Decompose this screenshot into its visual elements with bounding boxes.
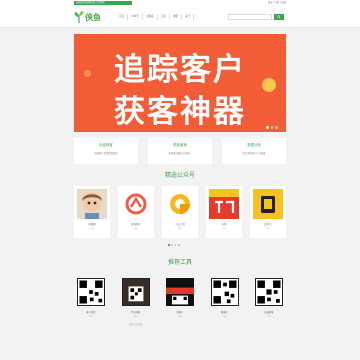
tool-meta: 260 — [178, 316, 182, 318]
account-card[interactable]: 开单 750 — [206, 186, 242, 238]
account-meta: 980 — [134, 228, 138, 230]
tool-card[interactable]: 私域管家 220 — [252, 278, 286, 348]
qr-code-icon — [121, 278, 150, 306]
account-meta: 640 — [266, 228, 270, 230]
avatar — [77, 189, 107, 219]
top-links[interactable]: 登录 | 注册 | 投稿 — [268, 1, 286, 5]
pager-dot[interactable] — [177, 244, 180, 246]
account-name: 任务宝 — [264, 223, 272, 226]
tool-name: 今日获客 — [130, 312, 141, 314]
account-meta: 1.2k — [89, 228, 95, 230]
accounts-list: AI助理 1.2k 获客助手 980 小白工具 860 开单 750 任务宝 6… — [74, 186, 286, 238]
tool-name: 客户追踪 — [86, 312, 96, 314]
qr-code-icon — [77, 278, 105, 306]
qr-code-icon — [255, 278, 283, 306]
main-nav: 首页 公众号 小程序 工具 资讯 关于 — [116, 14, 195, 20]
tool-card[interactable]: 客户追踪 300 — [74, 278, 108, 348]
site-header: 侠鱼 首页 公众号 小程序 工具 资讯 关于 — [0, 6, 360, 28]
hero-banner[interactable]: 追踪客户 获客神器 — [74, 34, 286, 132]
feature-row: 免费获客 海量客户资源免费使用 精准营销 智能推送触达目标客户 数据分析 实时追… — [74, 138, 286, 164]
tool-card[interactable]: 今日获客 280 扫码关注获取 — [119, 278, 153, 348]
tool-extra: 扫码关注获取 — [128, 324, 143, 326]
accounts-section-title: 精选公众号 — [164, 173, 195, 179]
account-name: 开单 — [221, 223, 227, 226]
avatar — [209, 189, 239, 219]
account-name: 小白工具 — [175, 223, 185, 226]
qr-code-icon — [210, 278, 239, 306]
tool-meta: 240 — [222, 316, 227, 318]
tool-name: 推客宝 — [221, 312, 228, 314]
tool-meta: 220 — [267, 316, 271, 318]
feature-title: 精准营销 — [173, 143, 187, 147]
search-button[interactable] — [274, 14, 284, 20]
feature-desc: 智能推送触达目标客户 — [168, 153, 192, 155]
nav-item-news[interactable]: 资讯 — [170, 14, 183, 20]
account-card[interactable]: 获客助手 980 — [118, 186, 154, 238]
tool-card[interactable]: 推客宝 240 — [208, 278, 242, 348]
search-icon — [277, 15, 281, 19]
banner-line-1: 追踪客户 — [114, 52, 246, 88]
top-notice: 欢迎来到私域运营工具导航 — [74, 1, 132, 5]
banner-dots — [266, 126, 278, 129]
tool-card[interactable]: 找客户 260 — [163, 278, 197, 348]
nav-item-accounts[interactable]: 公众号 — [128, 14, 143, 20]
tool-meta: 280 — [133, 316, 138, 318]
pager-dot[interactable] — [174, 244, 177, 246]
nav-item-home[interactable]: 首页 — [116, 14, 129, 20]
feature-title: 免费获客 — [99, 143, 113, 147]
avatar — [121, 189, 151, 219]
tools-section-title: 推荐工具 — [167, 260, 192, 266]
feature-card[interactable]: 免费获客 海量客户资源免费使用 — [74, 138, 138, 164]
qr-code-icon — [166, 278, 194, 306]
feature-desc: 实时追踪客户行为数据 — [242, 153, 266, 155]
site-logo[interactable]: 侠鱼 — [74, 9, 101, 25]
account-meta: 750 — [222, 228, 226, 230]
banner-dot[interactable] — [266, 126, 269, 129]
accounts-pager — [168, 244, 180, 246]
nav-item-tools[interactable]: 工具 — [158, 14, 170, 20]
account-card[interactable]: 小白工具 860 — [162, 186, 198, 238]
account-card[interactable]: AI助理 1.2k — [74, 186, 110, 238]
nav-item-about[interactable]: 关于 — [182, 14, 195, 20]
tool-name: 找客户 — [176, 312, 184, 314]
banner-dot[interactable] — [275, 126, 278, 129]
banner-line-2: 获客神器 — [114, 94, 246, 130]
account-meta: 860 — [178, 228, 182, 230]
feature-desc: 海量客户资源免费使用 — [94, 153, 118, 155]
tools-list: 客户追踪 300 今日获客 280 扫码关注获取 找客户 260 推客宝 240… — [74, 278, 286, 348]
account-name: 获客助手 — [131, 223, 141, 226]
account-card[interactable]: 任务宝 640 — [250, 186, 286, 238]
tool-meta: 300 — [89, 316, 93, 318]
banner-dot[interactable] — [270, 126, 273, 129]
feature-card[interactable]: 精准营销 智能推送触达目标客户 — [148, 138, 212, 164]
search-input[interactable] — [228, 14, 272, 20]
pager-dot[interactable] — [168, 244, 170, 246]
avatar — [253, 189, 283, 219]
pager-dot[interactable] — [171, 244, 174, 246]
feature-title: 数据分析 — [247, 143, 261, 147]
leaf-icon — [74, 11, 84, 23]
tool-name: 私域管家 — [264, 312, 274, 314]
feature-card[interactable]: 数据分析 实时追踪客户行为数据 — [222, 138, 286, 164]
nav-item-miniapps[interactable]: 小程序 — [143, 14, 158, 20]
avatar — [165, 189, 195, 219]
logo-text: 侠鱼 — [85, 12, 101, 22]
account-name: AI助理 — [88, 223, 96, 226]
